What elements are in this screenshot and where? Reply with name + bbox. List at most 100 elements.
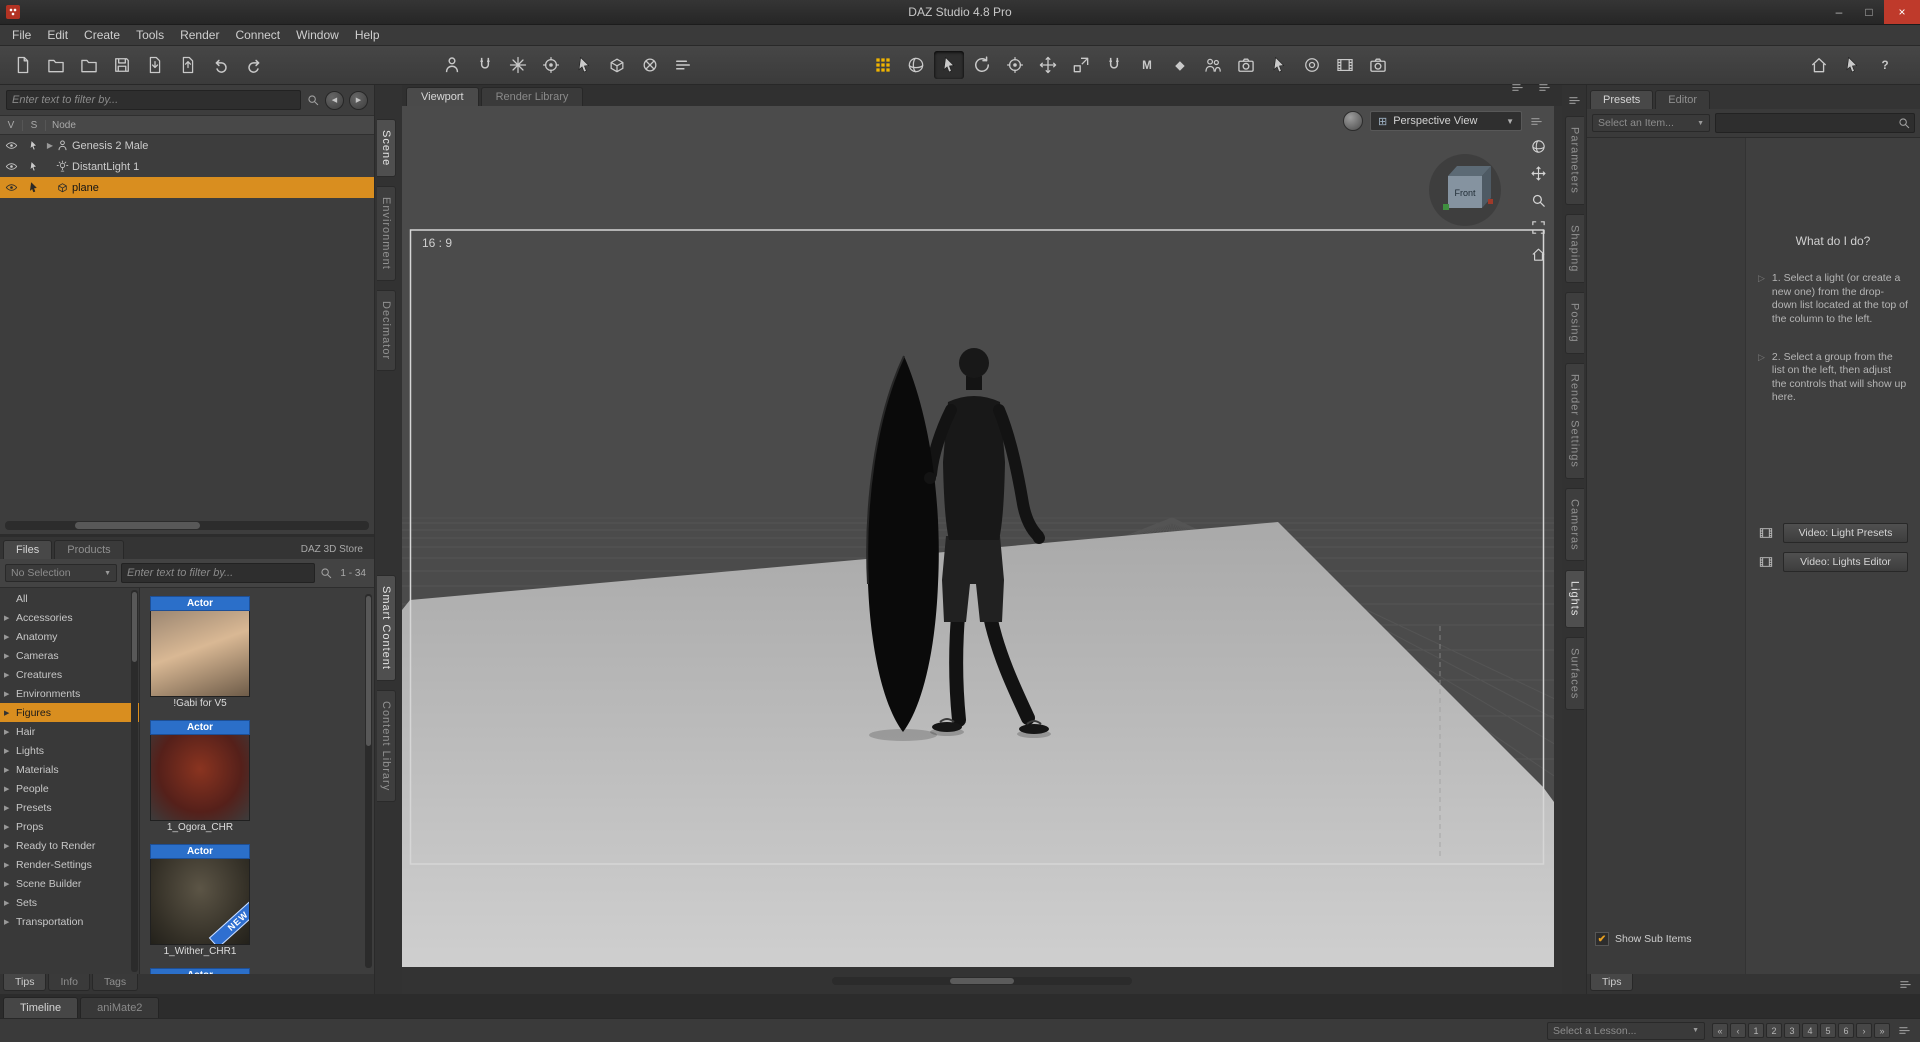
create-dform-button[interactable] (470, 51, 500, 79)
geometry-editor-tool[interactable]: ◆ (1165, 51, 1195, 79)
content-thumbnail[interactable]: Actor 1_Ogora_CHR (150, 720, 250, 835)
search-icon[interactable] (306, 93, 320, 107)
daz-connect-button[interactable] (1804, 51, 1834, 79)
content-tab[interactable]: Files (3, 540, 53, 559)
thumbnail-image[interactable]: NEW (150, 859, 250, 945)
pane-options-icon[interactable] (1567, 93, 1582, 108)
content-tab[interactable]: Products (54, 540, 124, 559)
category-row[interactable]: ▶ Transportation (0, 912, 139, 931)
category-row[interactable]: ▶ Render-Settings (0, 855, 139, 874)
lights-panel-tab[interactable]: Editor (1655, 90, 1711, 109)
bottom-pane-tab[interactable]: Timeline (3, 997, 79, 1018)
selection-cursor-icon[interactable] (27, 139, 40, 152)
filter-next-button[interactable]: ▶ (349, 90, 368, 110)
context-help-button[interactable] (1837, 51, 1867, 79)
category-row[interactable]: ▶ Hair (0, 722, 139, 741)
view-rotate-ball[interactable] (1343, 111, 1363, 131)
lesson-transport-button[interactable]: « (1712, 1023, 1728, 1038)
content-thumbnail[interactable]: Actor NEW 1_Wither_CHR1 (150, 844, 250, 959)
viewport-canvas[interactable]: 16 : 9 Front (402, 106, 1554, 967)
scene-horizontal-scrollbar[interactable] (5, 521, 369, 530)
aux-viewport-button[interactable] (1297, 51, 1327, 79)
scene-node-row[interactable]: plane (0, 177, 374, 198)
category-row[interactable]: ▶ Cameras (0, 646, 139, 665)
viewport-layout-button[interactable] (868, 51, 898, 79)
viewport-tab[interactable]: Render Library (480, 87, 584, 106)
open-file-button[interactable] (41, 51, 71, 79)
zoom-camera-icon[interactable] (1530, 192, 1547, 209)
thumbnail-image[interactable] (150, 611, 250, 697)
side-tab[interactable]: Scene (377, 119, 396, 178)
category-row[interactable]: ▶ Sets (0, 893, 139, 912)
content-bottom-tab[interactable]: Tips (3, 974, 47, 991)
selection-dropdown[interactable]: No Selection ▼ (5, 564, 117, 582)
pane-options-icon[interactable] (1537, 80, 1552, 95)
menu-item[interactable]: Render (172, 26, 227, 44)
viewport-3d[interactable]: 16 : 9 Front ⊞ Perspective View ▼ (402, 106, 1554, 967)
bottom-pane-tab[interactable]: aniMate2 (80, 997, 160, 1018)
light-group-list[interactable] (1587, 138, 1746, 974)
import-button[interactable] (140, 51, 170, 79)
render-button[interactable] (1363, 51, 1393, 79)
lesson-transport-button[interactable]: 1 (1748, 1023, 1764, 1038)
close-button[interactable]: × (1884, 0, 1920, 24)
joint-editor-tool[interactable] (901, 51, 931, 79)
daz-store-link[interactable]: DAZ 3D Store (301, 544, 371, 559)
category-row[interactable]: ▶ Materials (0, 760, 139, 779)
lesson-dropdown[interactable]: Select a Lesson... ▼ (1547, 1021, 1705, 1040)
visibility-eye-icon[interactable] (5, 181, 18, 194)
merge-file-button[interactable] (74, 51, 104, 79)
category-row[interactable]: ▶ Accessories (0, 608, 139, 627)
create-node-button[interactable] (569, 51, 599, 79)
pane-options-icon[interactable] (1898, 977, 1913, 992)
translate-tool[interactable] (1033, 51, 1063, 79)
menu-item[interactable]: Create (76, 26, 128, 44)
viewport-horizontal-scrollbar[interactable] (832, 976, 1132, 985)
menu-item[interactable]: Window (288, 26, 347, 44)
spot-render-tool[interactable] (1231, 51, 1261, 79)
menu-item[interactable]: Tools (128, 26, 172, 44)
create-primitive-button[interactable] (602, 51, 632, 79)
viewport-tab[interactable]: Viewport (406, 87, 479, 106)
undo-button[interactable] (206, 51, 236, 79)
side-tab[interactable]: Surfaces (1564, 636, 1584, 711)
orbit-camera-icon[interactable] (1530, 138, 1547, 155)
menu-item[interactable]: File (4, 26, 39, 44)
selection-cursor-icon[interactable] (27, 160, 40, 173)
pan-camera-icon[interactable] (1530, 165, 1547, 182)
presets-search-input[interactable] (1715, 113, 1915, 133)
visibility-eye-icon[interactable] (5, 139, 18, 152)
frame-camera-icon[interactable] (1530, 219, 1547, 236)
node-label[interactable]: DistantLight 1 (69, 161, 139, 173)
category-row[interactable]: ▶ Environments (0, 684, 139, 703)
view-selector-dropdown[interactable]: ⊞ Perspective View ▼ (1370, 111, 1522, 131)
lights-panel-tab[interactable]: Presets (1590, 90, 1654, 109)
region-navigator-tool[interactable] (1264, 51, 1294, 79)
side-tab[interactable]: Render Settings (1564, 362, 1584, 479)
measure-tool[interactable]: M (1132, 51, 1162, 79)
category-row[interactable]: ▶ Props (0, 817, 139, 836)
side-tab[interactable]: Decimator (377, 289, 396, 372)
content-bottom-tab[interactable]: Info (48, 974, 90, 991)
create-light-button[interactable] (503, 51, 533, 79)
category-scrollbar[interactable] (131, 590, 138, 972)
lesson-transport-button[interactable]: 6 (1838, 1023, 1854, 1038)
category-row[interactable]: ▶ Creatures (0, 665, 139, 684)
universal-tool[interactable] (1000, 51, 1030, 79)
scene-filter-input[interactable] (6, 90, 301, 110)
lesson-transport-button[interactable]: ‹ (1730, 1023, 1746, 1038)
grid-scrollbar[interactable] (365, 594, 372, 968)
view-navigation-cube[interactable]: Front (1429, 154, 1501, 226)
side-tab[interactable]: Parameters (1564, 116, 1584, 205)
lesson-transport-button[interactable]: 4 (1802, 1023, 1818, 1038)
node-label[interactable]: Genesis 2 Male (69, 140, 148, 152)
category-row[interactable]: ▶ Lights (0, 741, 139, 760)
render-settings-button[interactable] (1330, 51, 1360, 79)
expand-arrow-icon[interactable]: ▶ (44, 141, 56, 150)
menu-item[interactable]: Connect (227, 26, 288, 44)
side-tab[interactable]: Lights (1564, 570, 1584, 628)
tips-tab[interactable]: Tips (1590, 974, 1634, 991)
visibility-eye-icon[interactable] (5, 160, 18, 173)
redo-button[interactable] (239, 51, 269, 79)
minimize-button[interactable]: – (1824, 0, 1854, 24)
